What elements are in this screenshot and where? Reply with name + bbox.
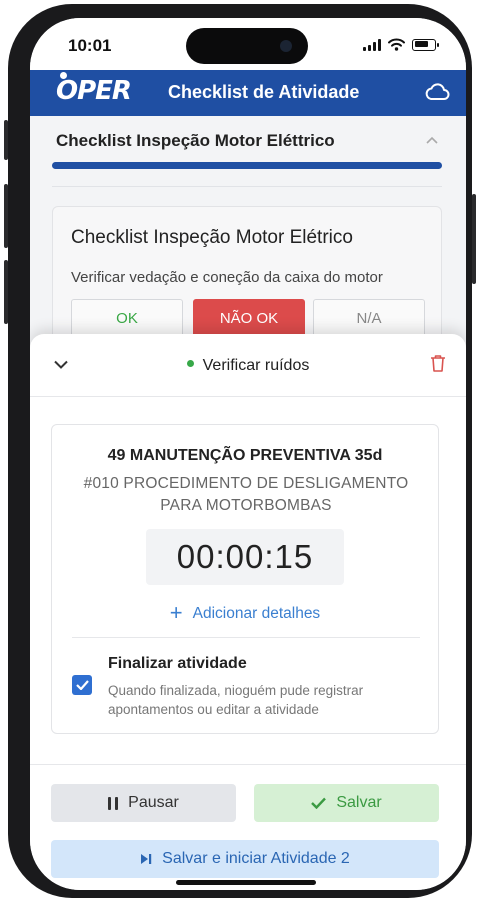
option-ok-button[interactable]: OK <box>71 299 183 337</box>
dynamic-island <box>186 28 308 64</box>
finalize-description: Quando finalizada, nioguém pude registra… <box>108 683 364 717</box>
checklist-question: Verificar vedação e coneção da caixa do … <box>71 269 383 286</box>
divider <box>52 186 442 187</box>
activity-panel: 49 MANUTENÇÃO PREVENTIVA 35d #010 PROCED… <box>51 424 439 734</box>
camera-icon <box>280 40 292 52</box>
plus-icon: + <box>169 600 183 625</box>
trash-icon[interactable] <box>430 354 446 372</box>
status-dot-icon <box>186 360 194 368</box>
section-progress-fill <box>52 162 442 169</box>
oper-logo: OPER <box>56 76 132 106</box>
home-indicator <box>176 880 316 885</box>
add-details-link[interactable]: + Adicionar detalhes <box>52 600 438 627</box>
divider <box>30 396 466 397</box>
status-time: 10:01 <box>68 36 112 55</box>
check-icon <box>311 797 327 809</box>
status-bar: 10:01 <box>30 18 466 70</box>
phone-frame: 10:01 OPER Checklist de Atividade Checkl… <box>4 4 476 898</box>
sheet-title: Verificar ruídos <box>30 357 466 375</box>
battery-icon <box>412 38 439 51</box>
mute-switch <box>4 120 8 160</box>
option-not-ok-button[interactable]: NÃO OK <box>193 299 305 337</box>
section-progress-bar <box>52 162 442 169</box>
card-title: Checklist Inspeção Motor Elétrico <box>71 227 353 248</box>
status-icons <box>363 38 439 51</box>
wifi-icon <box>388 38 405 51</box>
option-na-button[interactable]: N/A <box>313 299 425 337</box>
save-and-start-next-label: Salvar e iniciar Atividade 2 <box>162 850 350 867</box>
divider <box>72 637 420 638</box>
logo-dot <box>60 72 67 79</box>
power-button <box>472 194 476 284</box>
activity-name: 49 MANUTENÇÃO PREVENTIVA 35d <box>107 447 383 464</box>
signal-icon <box>363 38 381 51</box>
save-label: Salvar <box>336 794 382 811</box>
cloud-icon[interactable] <box>424 82 450 102</box>
pause-label: Pausar <box>128 794 179 811</box>
checkmark-icon <box>75 680 89 690</box>
add-details-label: Adicionar detalhes <box>192 605 321 623</box>
sheet-title-text: Verificar ruídos <box>202 357 310 374</box>
divider <box>30 764 466 765</box>
section-header[interactable]: Checklist Inspeção Motor Eléttrico <box>30 116 466 162</box>
skip-next-icon <box>141 854 152 864</box>
volume-up-button <box>4 184 8 248</box>
procedure-name: #010 PROCEDIMENTO DE DESLIGAMENTO PARA M… <box>83 475 409 514</box>
screen: 10:01 OPER Checklist de Atividade Checkl… <box>30 18 466 890</box>
pause-button[interactable]: Pausar <box>51 784 236 822</box>
volume-down-button <box>4 260 8 324</box>
finalize-checkbox[interactable] <box>72 675 92 695</box>
save-and-start-next-button[interactable]: Salvar e iniciar Atividade 2 <box>51 840 439 878</box>
section-title: Checklist Inspeção Motor Eléttrico <box>56 131 335 150</box>
app-header: OPER Checklist de Atividade <box>30 70 466 116</box>
finalize-title: Finalizar atividade <box>108 655 247 672</box>
activity-sheet: Verificar ruídos 49 MANUTENÇÃO PREVENTIV… <box>30 334 466 890</box>
activity-timer: 00:00:15 <box>146 529 344 585</box>
save-button[interactable]: Salvar <box>254 784 439 822</box>
chevron-up-icon[interactable] <box>426 136 438 144</box>
pause-icon <box>108 796 119 810</box>
app-title: Checklist de Atividade <box>168 82 360 102</box>
